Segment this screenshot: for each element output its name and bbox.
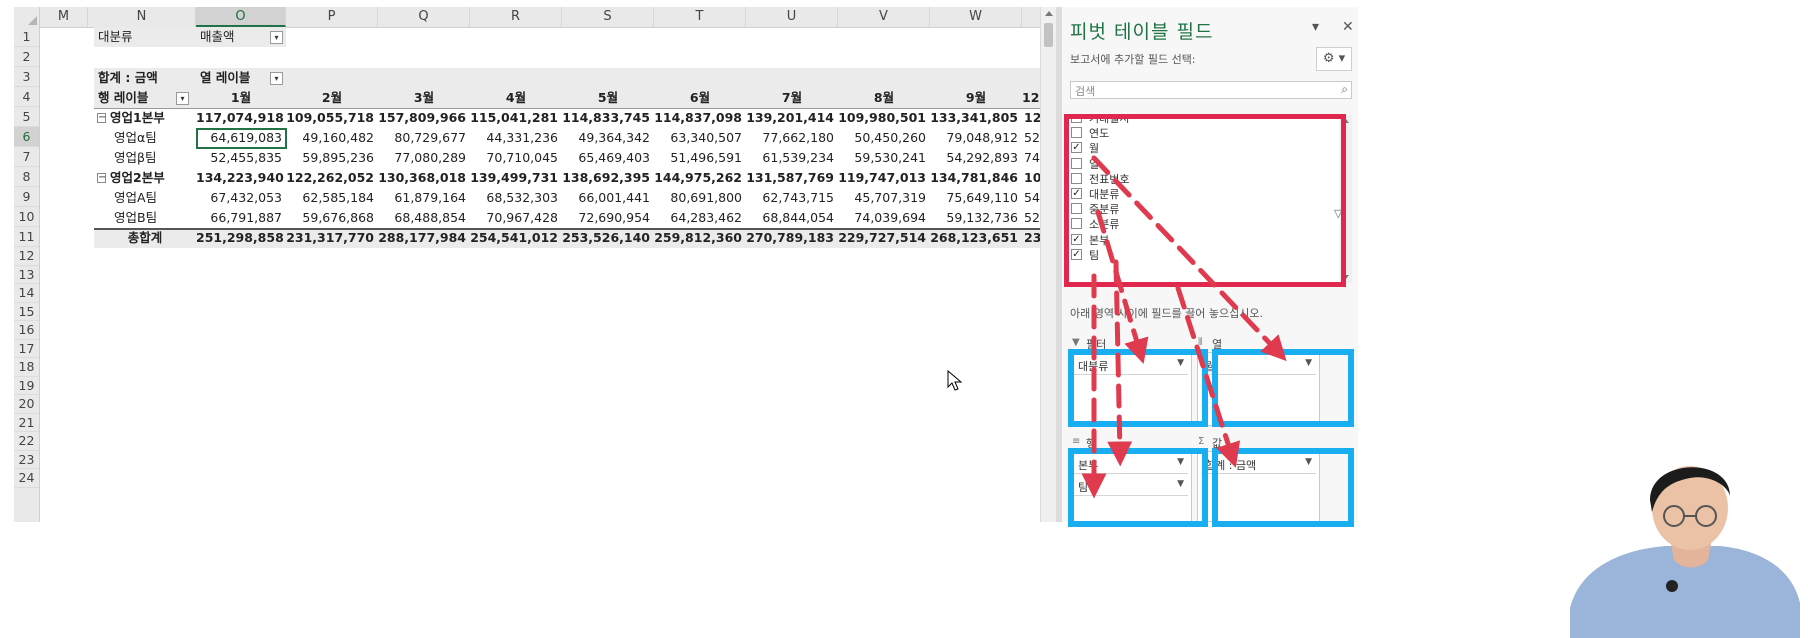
- presenter-webcam: [1570, 438, 1800, 638]
- arrow-month-to-columns: [1091, 155, 1287, 362]
- arrow-team-to-values: [1175, 285, 1241, 468]
- presenter-portrait: [1570, 466, 1800, 638]
- drag-arrows: [1081, 155, 1287, 499]
- mouse-cursor-icon: [947, 370, 963, 391]
